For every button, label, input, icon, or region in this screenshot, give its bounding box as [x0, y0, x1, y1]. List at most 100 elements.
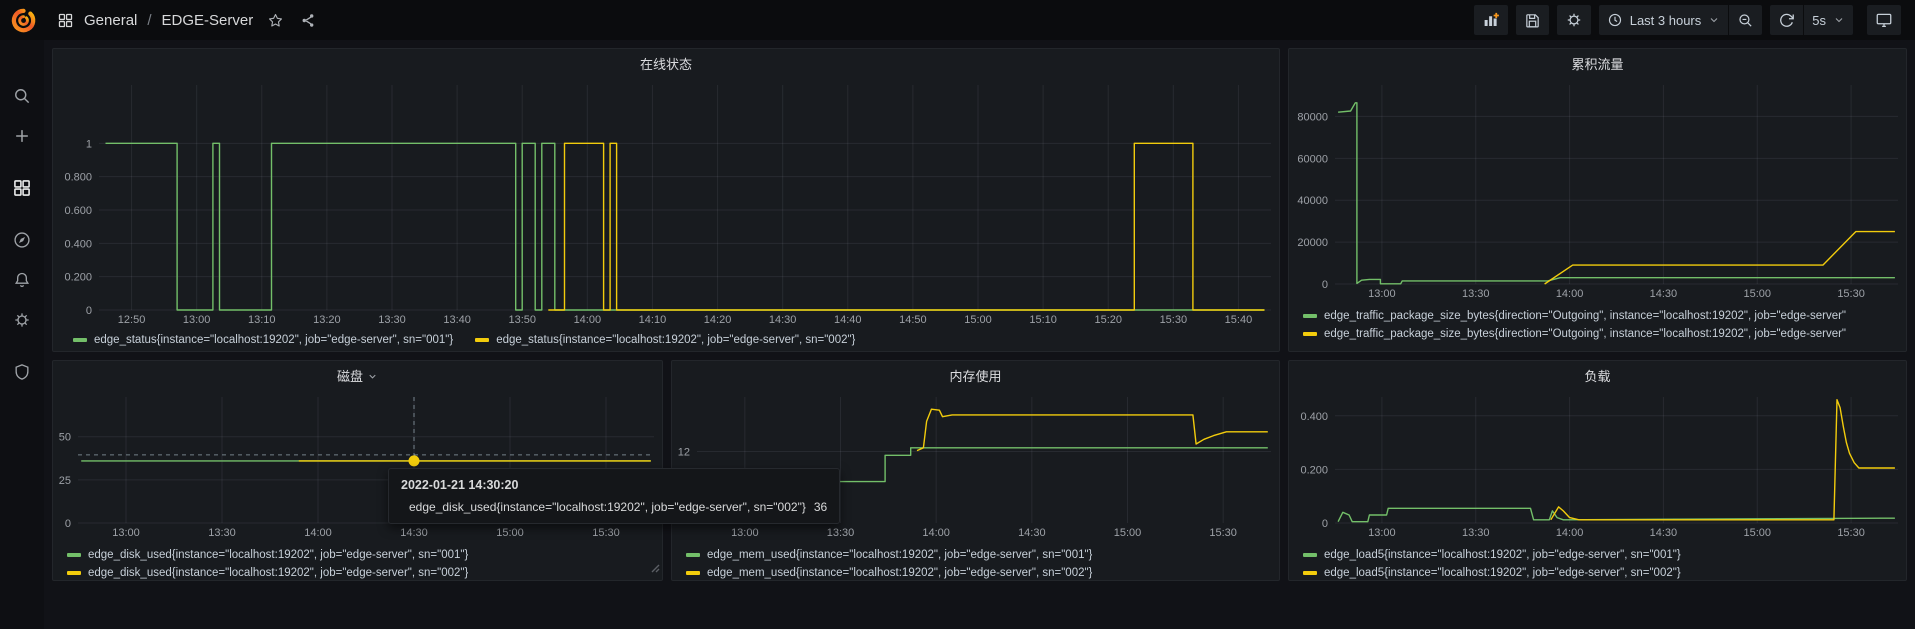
legend-item[interactable]: edge_status{instance="localhost:19202", … — [475, 334, 855, 346]
svg-text:0.200: 0.200 — [64, 272, 92, 284]
zoom-out-time-button[interactable] — [1729, 5, 1762, 35]
svg-text:14:30: 14:30 — [1018, 527, 1046, 539]
svg-text:13:00: 13:00 — [1368, 288, 1396, 300]
legend-item[interactable]: edge_disk_used{instance="localhost:19202… — [67, 567, 662, 579]
sidebar-item-server-admin[interactable] — [0, 352, 44, 392]
legend-item[interactable]: edge_load5{instance="localhost:19202", j… — [1303, 567, 1906, 579]
refresh-interval-label: 5s — [1812, 13, 1826, 28]
refresh-button[interactable] — [1770, 5, 1803, 35]
grafana-logo[interactable] — [0, 0, 47, 40]
sidebar-item-alerting[interactable] — [0, 260, 44, 300]
legend-item[interactable]: edge_traffic_package_size_bytes{directio… — [1303, 310, 1906, 322]
zoom-out-icon — [1737, 12, 1754, 29]
panel-resize-handle[interactable] — [651, 560, 660, 578]
panel-menu-chevron-icon[interactable] — [367, 371, 378, 382]
svg-text:15:00: 15:00 — [496, 527, 524, 539]
legend-swatch — [67, 571, 81, 575]
svg-text:0.400: 0.400 — [64, 238, 92, 250]
add-panel-button[interactable] — [1474, 5, 1508, 35]
svg-text:15:30: 15:30 — [1160, 314, 1188, 326]
legend-series-name: edge_load5{instance="localhost:19202", j… — [1324, 549, 1681, 561]
traffic-total-chart[interactable]: 13:0013:3014:0014:3015:0015:300200004000… — [1289, 77, 1906, 301]
legend-series-name: edge_status{instance="localhost:19202", … — [94, 334, 453, 346]
svg-text:14:00: 14:00 — [304, 527, 332, 539]
dashboard-settings-button[interactable] — [1557, 5, 1591, 35]
monitor-icon — [1875, 11, 1893, 29]
share-icon[interactable] — [300, 12, 317, 29]
svg-text:13:00: 13:00 — [112, 527, 140, 539]
breadcrumb-section[interactable]: General — [84, 12, 137, 29]
save-dashboard-button[interactable] — [1516, 5, 1549, 35]
svg-text:14:00: 14:00 — [574, 314, 602, 326]
sidebar-item-dashboards[interactable] — [0, 168, 44, 208]
legend-swatch — [475, 338, 489, 342]
svg-text:20000: 20000 — [1297, 237, 1328, 249]
svg-text:0: 0 — [1322, 279, 1328, 291]
sidebar-item-explore[interactable] — [0, 220, 44, 260]
svg-text:14:50: 14:50 — [899, 314, 927, 326]
svg-text:13:50: 13:50 — [508, 314, 536, 326]
panel-legend: edge_traffic_package_size_bytes{directio… — [1289, 306, 1906, 340]
legend-swatch — [686, 553, 700, 557]
panel-header-load[interactable]: 负载 — [1289, 361, 1906, 389]
legend-swatch — [1303, 314, 1317, 318]
svg-text:14:30: 14:30 — [400, 527, 428, 539]
alerting-bell-icon — [12, 270, 32, 290]
tooltip-series-row: edge_disk_used{instance="localhost:19202… — [401, 500, 827, 514]
legend-item[interactable]: edge_load5{instance="localhost:19202", j… — [1303, 549, 1906, 561]
server-admin-shield-icon — [12, 362, 32, 382]
load-chart[interactable]: 13:0013:3014:0014:3015:0015:3000.2000.40… — [1289, 389, 1906, 540]
refresh-icon — [1778, 12, 1795, 29]
legend-series-name: edge_disk_used{instance="localhost:19202… — [88, 567, 468, 579]
svg-text:0: 0 — [1322, 518, 1328, 530]
svg-text:13:40: 13:40 — [443, 314, 471, 326]
sidebar-item-configuration[interactable] — [0, 300, 44, 340]
legend-series-name: edge_status{instance="localhost:19202", … — [496, 334, 855, 346]
dashboard-toolbar: Last 3 hours — [1474, 5, 1915, 35]
svg-text:14:10: 14:10 — [639, 314, 667, 326]
star-icon[interactable] — [267, 12, 284, 29]
panel-header-online-status[interactable]: 在线状态 — [53, 49, 1279, 77]
breadcrumb-dashboard-title[interactable]: EDGE-Server — [162, 12, 254, 29]
svg-text:15:30: 15:30 — [1209, 527, 1237, 539]
graph-tooltip: 2022-01-21 14:30:20 edge_disk_used{insta… — [388, 468, 840, 524]
panel-online-status: 在线状态12:5013:0013:1013:2013:3013:4013:501… — [52, 48, 1280, 352]
panel-header-memory[interactable]: 内存使用 — [672, 361, 1279, 389]
svg-text:15:20: 15:20 — [1094, 314, 1122, 326]
sidebar-item-create[interactable] — [0, 116, 44, 156]
add-panel-icon — [1482, 11, 1500, 29]
sidebar-item-search[interactable] — [0, 76, 44, 116]
svg-text:40000: 40000 — [1297, 195, 1328, 207]
panel-title: 内存使用 — [949, 366, 1001, 385]
svg-text:50: 50 — [59, 432, 71, 444]
svg-text:14:40: 14:40 — [834, 314, 862, 326]
legend-series-name: edge_mem_used{instance="localhost:19202"… — [707, 549, 1092, 561]
grafana-flame-icon — [10, 7, 37, 34]
panel-header-disk[interactable]: 磁盘 — [53, 361, 662, 389]
svg-text:14:30: 14:30 — [769, 314, 797, 326]
series-line — [106, 143, 1265, 310]
series-line — [1551, 400, 1895, 520]
time-controls: Last 3 hours — [1599, 5, 1763, 35]
legend-item[interactable]: edge_traffic_package_size_bytes{directio… — [1303, 328, 1906, 340]
svg-text:14:00: 14:00 — [1556, 288, 1584, 300]
legend-item[interactable]: edge_disk_used{instance="localhost:19202… — [67, 549, 662, 561]
legend-item[interactable]: edge_status{instance="localhost:19202", … — [73, 334, 453, 346]
time-picker-button[interactable]: Last 3 hours — [1599, 5, 1729, 35]
svg-text:15:00: 15:00 — [1743, 527, 1771, 539]
explore-compass-icon — [12, 230, 32, 250]
series-line — [548, 143, 1264, 310]
legend-item[interactable]: edge_mem_used{instance="localhost:19202"… — [686, 549, 1279, 561]
svg-text:15:40: 15:40 — [1225, 314, 1253, 326]
panel-header-traffic-total[interactable]: 累积流量 — [1289, 49, 1906, 77]
legend-swatch — [73, 338, 87, 342]
legend-item[interactable]: edge_mem_used{instance="localhost:19202"… — [686, 567, 1279, 579]
online-status-chart[interactable]: 12:5013:0013:1013:2013:3013:4013:5014:00… — [53, 77, 1279, 327]
legend-swatch — [1303, 332, 1317, 336]
series-line — [1545, 232, 1895, 284]
tv-mode-button[interactable] — [1867, 5, 1901, 35]
refresh-interval-button[interactable]: 5s — [1804, 5, 1853, 35]
create-plus-icon — [12, 126, 32, 146]
panel-load: 负载13:0013:3014:0014:3015:0015:3000.2000.… — [1288, 360, 1907, 581]
svg-text:13:20: 13:20 — [313, 314, 341, 326]
